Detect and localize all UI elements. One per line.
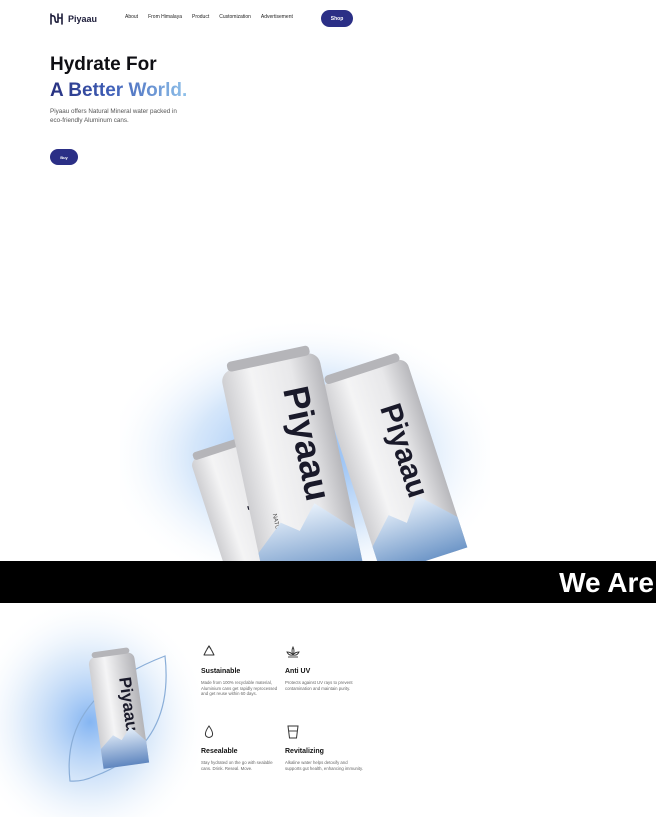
feature-description: Stay hydrated on the go with sealable ca… — [201, 760, 273, 771]
marquee-banner: We Are — [0, 561, 656, 603]
feature-revitalizing: Revitalizing Alkaline water helps detoxi… — [285, 724, 365, 771]
droplet-icon — [204, 725, 214, 738]
nav-link-customization[interactable]: Customization — [219, 14, 251, 20]
logo-icon — [50, 13, 63, 25]
feature-resealable: Resealable Stay hydrated on the go with … — [201, 724, 281, 771]
feature-description: Alkaline water helps detoxify and suppor… — [285, 760, 364, 771]
brand-logo[interactable]: Piyaau — [49, 12, 97, 26]
feature-title: Resealable — [201, 748, 238, 755]
shop-button[interactable]: Shop — [321, 10, 353, 27]
nav-link-advertisement[interactable]: Advertisement — [261, 14, 293, 20]
hero-title-gradient: A Better World. — [50, 80, 188, 101]
feature-description: Protects against UV rays to prevent cont… — [285, 680, 353, 691]
feature-sustainable: Sustainable Made from 100% recyclable ma… — [201, 644, 281, 697]
nav-link-product[interactable]: Product — [192, 14, 209, 20]
feature-title: Revitalizing — [285, 748, 324, 755]
nav-link-about[interactable]: About — [125, 14, 138, 20]
nav-link-from-himalaya[interactable]: From Himalaya — [148, 14, 182, 20]
feature-product-image: Piyaau — [0, 606, 200, 817]
hero-product-image: Pi Piyaau Piyaau NATURAL — [120, 310, 490, 562]
feature-anti-uv: Anti UV Protects against UV rays to prev… — [285, 644, 365, 691]
top-nav: Piyaau About From Himalaya Product Custo… — [0, 0, 656, 38]
recycle-icon — [203, 645, 215, 656]
hero-description: Piyaau offers Natural Mineral water pack… — [50, 108, 177, 124]
feature-description: Made from 100% recyclable material, Alum… — [201, 680, 278, 697]
lotus-icon — [286, 645, 300, 658]
feature-title: Sustainable — [201, 668, 241, 675]
brand-name: Piyaau — [68, 14, 98, 24]
nav-links: About From Himalaya Product Customizatio… — [125, 14, 293, 20]
hero-title: Hydrate For — [50, 54, 157, 75]
banner-text: We Are — [559, 567, 654, 598]
buy-button[interactable]: Buy — [50, 149, 78, 165]
feature-title: Anti UV — [285, 668, 311, 675]
glass-icon — [287, 725, 299, 739]
